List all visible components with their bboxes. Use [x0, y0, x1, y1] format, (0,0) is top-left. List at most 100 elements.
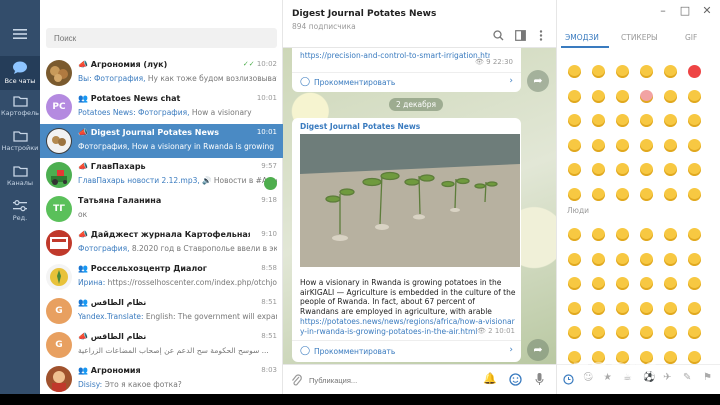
tab-gif[interactable]: GIF — [685, 33, 697, 42]
emoji-button[interactable] — [616, 163, 629, 176]
emoji-button[interactable] — [568, 65, 581, 78]
emoji-button[interactable] — [592, 114, 605, 127]
emoji-button[interactable] — [640, 138, 653, 152]
emoji-button[interactable] — [568, 163, 581, 176]
tab-emoji[interactable]: ЭМОДЗИ — [565, 33, 599, 42]
chat-item[interactable]: ТГ Татьяна Галанина 9:18 ок — [40, 192, 283, 226]
chat-item[interactable]: 📣 ГлавПахарь 9:57 ГлавПахарь новости 2.1… — [40, 158, 283, 192]
emoji-button[interactable] — [664, 138, 677, 152]
post-channel-name[interactable]: Digest Journal Potates News — [300, 122, 420, 131]
emoji-button[interactable] — [640, 301, 653, 315]
share-button[interactable]: ➦ — [527, 70, 549, 92]
emoji-button[interactable] — [568, 228, 581, 241]
emoji-button[interactable] — [688, 326, 701, 339]
emoji-button[interactable] — [688, 114, 701, 127]
channel-title[interactable]: Digest Journal Potates News — [292, 9, 436, 19]
emoji-button[interactable] — [664, 163, 677, 176]
minimize-button[interactable]: – — [654, 4, 672, 17]
emoji-button[interactable] — [688, 350, 701, 364]
menu-button[interactable] — [0, 28, 40, 48]
emoji-button[interactable] — [664, 350, 677, 364]
microphone-icon[interactable] — [535, 372, 544, 386]
folder-all-chats[interactable]: Все чаты — [0, 56, 40, 90]
emoji-button[interactable] — [568, 138, 581, 152]
emoji-button[interactable] — [592, 163, 605, 176]
emoji-button[interactable] — [640, 252, 653, 266]
emoji-button[interactable] — [664, 252, 677, 266]
chat-item[interactable]: 👥 Агрономия 8:03 Disisy: Это я какое фот… — [40, 362, 283, 394]
flag-category-icon[interactable]: ⚑ — [703, 372, 712, 383]
chat-item[interactable]: G 👥 نظام الطاقس 8:51 Yandex.Translate: E… — [40, 294, 283, 328]
emoji-button[interactable] — [592, 65, 605, 78]
folder-settings[interactable]: Настройки — [0, 130, 40, 160]
emoji-button[interactable] — [616, 89, 629, 103]
chat-item[interactable]: PC 👥 Potatoes News chat 10:01 Potatoes N… — [40, 90, 283, 124]
emoji-button[interactable] — [568, 187, 581, 201]
close-button[interactable]: ✕ — [698, 4, 716, 17]
emoji-button[interactable] — [616, 277, 629, 290]
emoji-button[interactable] — [616, 114, 629, 127]
emoji-button[interactable] — [688, 187, 701, 201]
emoji-button[interactable] — [616, 187, 629, 201]
emoji-button[interactable] — [616, 252, 629, 266]
bell-icon[interactable]: 🔔 — [483, 372, 497, 385]
emoji-button[interactable] — [688, 301, 701, 315]
emoji-button[interactable] — [640, 89, 653, 103]
chat-item[interactable]: G 📣 نظام الطاقس 8:51 سوسح الحكومة سح الد… — [40, 328, 283, 362]
emoji-button[interactable] — [688, 252, 701, 266]
emoji-button[interactable] — [616, 65, 629, 78]
emoji-button[interactable] — [688, 277, 701, 290]
emoji-button[interactable] — [592, 301, 605, 315]
sidebar-toggle-icon[interactable] — [515, 30, 526, 41]
emoji-button[interactable] — [664, 326, 677, 339]
attach-icon[interactable] — [291, 373, 302, 387]
emoji-button[interactable] — [664, 228, 677, 241]
emoji-button[interactable] — [640, 187, 653, 201]
folder-potato[interactable]: Картофель — [0, 95, 40, 125]
emoji-button[interactable] — [592, 138, 605, 152]
emoji-button[interactable] — [616, 228, 629, 241]
emoji-button[interactable] — [688, 89, 701, 103]
emoji-button[interactable] — [640, 277, 653, 290]
message-link[interactable]: https://precision-and-control-to-smart-i… — [300, 51, 490, 60]
emoji-button[interactable] — [568, 114, 581, 127]
emoji-button[interactable] — [592, 326, 605, 339]
travel-category-icon[interactable]: ✈ — [663, 372, 671, 383]
chat-item[interactable]: 👥 Россельхозцентр Диалог 8:58 Ирина: htt… — [40, 260, 283, 294]
emoji-button[interactable] — [640, 114, 653, 127]
emoji-button[interactable] — [616, 301, 629, 315]
emoji-button[interactable] — [664, 89, 677, 103]
comment-button[interactable]: ◯ Прокомментировать › — [292, 340, 521, 362]
tab-stickers[interactable]: СТИКЕРЫ — [621, 33, 658, 42]
message-input[interactable] — [309, 373, 459, 387]
emoji-button[interactable] — [616, 326, 629, 339]
emoji-button[interactable] — [688, 228, 701, 241]
emoji-button[interactable] — [640, 65, 653, 78]
emoji-button[interactable] — [688, 163, 701, 176]
emoji-button[interactable] — [592, 89, 605, 103]
folder-channels[interactable]: Каналы — [0, 165, 40, 195]
emoji-button[interactable] — [640, 228, 653, 241]
edit-folders[interactable]: Ред. — [0, 200, 40, 230]
post-photo[interactable] — [300, 134, 520, 267]
chat-item-selected[interactable]: 📣 Digest Journal Potates News 10:01 Фото… — [40, 124, 283, 158]
chat-item[interactable]: 📣 Агрономия (лук) ✓✓ 10:02 Вы: Фотографи… — [40, 56, 283, 90]
emoji-button[interactable] — [568, 89, 581, 103]
share-button[interactable]: ➦ — [527, 339, 549, 361]
chat-item[interactable]: 📣 Дайджест журнала Картофельная Система … — [40, 226, 283, 260]
objects-category-icon[interactable]: ✎ — [683, 372, 691, 383]
emoji-button[interactable] — [568, 326, 581, 339]
emoji-button[interactable] — [664, 277, 677, 290]
search-input[interactable] — [46, 28, 277, 48]
emoji-button[interactable] — [664, 187, 677, 201]
emoji-button[interactable] — [640, 163, 653, 176]
emoji-button[interactable] — [592, 277, 605, 290]
emoji-button[interactable] — [664, 114, 677, 127]
emoji-button[interactable] — [568, 277, 581, 290]
emoji-button[interactable] — [592, 228, 605, 241]
more-options-icon[interactable] — [539, 30, 543, 41]
emoji-button[interactable] — [640, 326, 653, 339]
emoji-button[interactable] — [592, 187, 605, 201]
emoji-button[interactable] — [592, 252, 605, 266]
emoji-button[interactable] — [568, 301, 581, 315]
